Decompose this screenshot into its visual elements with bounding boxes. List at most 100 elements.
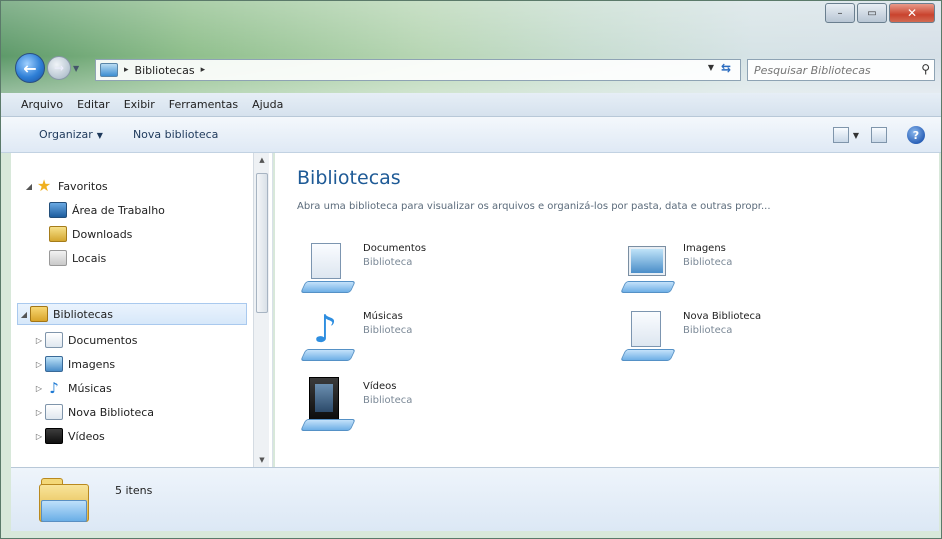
music-library-icon: ♪	[299, 307, 359, 363]
library-name: Documentos	[363, 243, 427, 254]
downloads-icon	[49, 226, 67, 242]
forward-arrow-icon: →	[53, 61, 65, 75]
collapse-arrow-icon[interactable]: ▷	[33, 360, 45, 369]
tree-item-libraries[interactable]: ◢ Bibliotecas	[17, 303, 247, 325]
content-pane: Bibliotecas Abra uma biblioteca para vis…	[275, 153, 939, 467]
menu-exibir[interactable]: Exibir	[124, 98, 155, 111]
images-label: Imagens	[68, 357, 116, 371]
maximize-button[interactable]: ▭	[857, 3, 887, 23]
library-name: Nova Biblioteca	[683, 311, 762, 322]
collapse-arrow-icon[interactable]: ▷	[33, 336, 45, 345]
tree-item-images[interactable]: ▷ Imagens	[33, 353, 115, 375]
back-button[interactable]: ←	[15, 53, 45, 83]
organize-button[interactable]: Organizar ▼	[39, 128, 103, 141]
preview-pane-icon[interactable]	[871, 127, 887, 143]
library-documents[interactable]: Documentos Biblioteca	[299, 239, 599, 299]
library-name: Vídeos	[363, 381, 397, 392]
search-box[interactable]: ⚲	[747, 59, 935, 81]
locais-label: Locais	[72, 251, 107, 265]
library-images[interactable]: Imagens Biblioteca	[619, 239, 919, 299]
library-videos[interactable]: Vídeos Biblioteca	[299, 377, 599, 437]
tree-item-locais[interactable]: Locais	[49, 247, 106, 269]
menu-bar: Arquivo Editar Exibir Ferramentas Ajuda	[1, 93, 941, 117]
recent-pages-dropdown[interactable]: ▼	[73, 64, 85, 73]
library-type: Biblioteca	[683, 257, 733, 268]
tree-item-desktop[interactable]: Área de Trabalho	[49, 199, 165, 221]
scroll-down-icon[interactable]: ▼	[254, 453, 270, 467]
documents-library-icon	[299, 239, 359, 295]
libraries-icon	[30, 306, 48, 322]
view-controls: ▼ ?	[821, 126, 925, 144]
new-library-label: Nova Biblioteca	[68, 405, 155, 419]
library-type: Biblioteca	[683, 325, 733, 336]
new-library-icon	[45, 404, 63, 420]
menu-editar[interactable]: Editar	[77, 98, 110, 111]
videos-library-icon	[299, 377, 359, 433]
menu-arquivo[interactable]: Arquivo	[21, 98, 63, 111]
item-count: 5 itens	[115, 484, 153, 497]
collapse-arrow-icon[interactable]: ▷	[33, 408, 45, 417]
back-arrow-icon: ←	[23, 58, 37, 78]
scroll-thumb[interactable]	[256, 173, 268, 313]
new-library-button[interactable]: Nova biblioteca	[133, 128, 218, 141]
search-input[interactable]	[754, 63, 914, 77]
organize-label: Organizar	[39, 128, 93, 141]
details-pane: 5 itens	[11, 467, 939, 531]
documents-label: Documentos	[68, 333, 138, 347]
new-library-icon	[619, 307, 679, 363]
tree-item-videos[interactable]: ▷ Vídeos	[33, 425, 105, 447]
library-name: Imagens	[683, 243, 726, 254]
search-icon[interactable]: ⚲	[921, 62, 930, 76]
expand-arrow-icon[interactable]: ◢	[23, 182, 35, 191]
star-icon: ★	[36, 176, 52, 195]
forward-button[interactable]: →	[47, 56, 71, 80]
libraries-folder-icon	[39, 478, 89, 524]
menu-ferramentas[interactable]: Ferramentas	[169, 98, 238, 111]
address-bar[interactable]: ▸ Bibliotecas ▸ ▼ ⇆	[95, 59, 741, 81]
navigation-pane: ◢ ★ Favoritos Área de Trabalho Downloads…	[11, 153, 273, 467]
address-dropdown-icon[interactable]: ▼	[708, 63, 714, 72]
chevron-down-icon: ▼	[96, 131, 103, 140]
refresh-icon[interactable]: ⇆	[716, 61, 736, 79]
minimize-button[interactable]: –	[825, 3, 855, 23]
scroll-up-icon[interactable]: ▲	[254, 153, 270, 167]
libraries-icon	[100, 63, 118, 77]
libraries-label: Bibliotecas	[53, 307, 114, 321]
breadcrumb-separator-icon[interactable]: ▸	[124, 65, 129, 75]
change-view-icon[interactable]	[832, 127, 849, 143]
chevron-down-icon[interactable]: ▼	[853, 131, 859, 140]
page-title: Bibliotecas	[297, 167, 401, 189]
collapse-arrow-icon[interactable]: ▷	[33, 432, 45, 441]
downloads-label: Downloads	[72, 227, 133, 241]
page-description: Abra uma biblioteca para visualizar os a…	[297, 201, 771, 212]
library-music[interactable]: ♪ Músicas Biblioteca	[299, 307, 599, 367]
tree-item-new-library[interactable]: ▷ Nova Biblioteca	[33, 401, 154, 423]
caption-buttons: – ▭ ✕	[823, 3, 935, 23]
chevron-down-icon: ▼	[73, 63, 80, 73]
collapse-arrow-icon[interactable]: ▷	[33, 384, 45, 393]
menu-ajuda[interactable]: Ajuda	[252, 98, 283, 111]
tree-item-favorites[interactable]: ◢ ★ Favoritos	[23, 175, 108, 197]
tree-item-documents[interactable]: ▷ Documentos	[33, 329, 137, 351]
breadcrumb-bibliotecas[interactable]: Bibliotecas	[135, 64, 195, 77]
tree-item-music[interactable]: ▷ ♪ Músicas	[33, 377, 112, 399]
library-new[interactable]: Nova Biblioteca Biblioteca	[619, 307, 919, 367]
library-type: Biblioteca	[363, 325, 413, 336]
music-label: Músicas	[68, 381, 112, 395]
breadcrumb-separator-icon[interactable]: ▸	[201, 65, 206, 75]
desktop-icon	[49, 202, 67, 218]
library-name: Músicas	[363, 311, 403, 322]
music-icon: ♪	[49, 379, 59, 397]
help-icon[interactable]: ?	[907, 126, 925, 144]
expand-arrow-icon[interactable]: ◢	[18, 310, 30, 319]
pictures-icon	[45, 356, 63, 372]
documents-icon	[45, 332, 63, 348]
tree-item-downloads[interactable]: Downloads	[49, 223, 132, 245]
recent-places-icon	[49, 250, 67, 266]
pictures-library-icon	[619, 239, 679, 295]
desktop-label: Área de Trabalho	[72, 203, 165, 217]
nav-scrollbar[interactable]: ▲ ▼	[253, 153, 269, 467]
close-button[interactable]: ✕	[889, 3, 935, 23]
videos-label: Vídeos	[68, 429, 105, 443]
library-type: Biblioteca	[363, 395, 413, 406]
